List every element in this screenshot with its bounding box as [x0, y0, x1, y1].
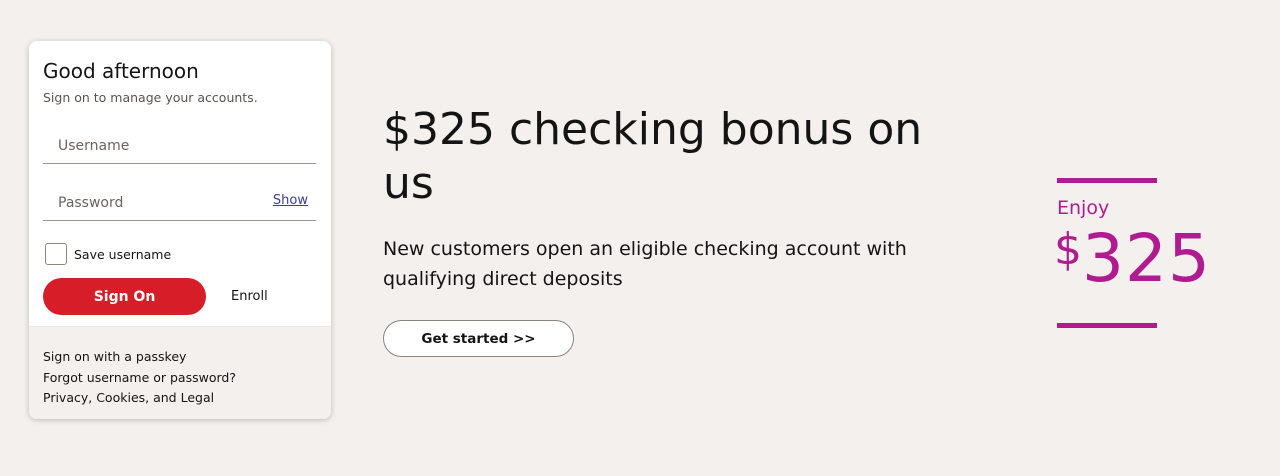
username-input[interactable] [43, 126, 316, 163]
sign-on-card: Good afternoon Sign on to manage your ac… [29, 41, 331, 419]
sign-on-footer: Sign on with a passkey Forgot username o… [29, 326, 331, 419]
username-field-container [43, 126, 316, 164]
hero-title: $325 checking bonus on us [383, 104, 923, 209]
promo-dollar-sign: $ [1054, 224, 1082, 275]
get-started-button[interactable]: Get started >> [383, 320, 574, 357]
passkey-link[interactable]: Sign on with a passkey [43, 347, 236, 368]
greeting-heading: Good afternoon [43, 59, 199, 83]
forgot-credentials-link[interactable]: Forgot username or password? [43, 368, 236, 389]
promo-bottom-bar [1057, 323, 1157, 328]
sign-on-button[interactable]: Sign On [43, 278, 206, 315]
hero-description: New customers open an eligible checking … [383, 238, 907, 290]
show-password-link[interactable]: Show [273, 193, 308, 208]
promo-amount: 325 [1082, 220, 1211, 297]
save-username-row: Save username [45, 243, 171, 265]
sign-on-subtitle: Sign on to manage your accounts. [43, 90, 258, 105]
footer-links-list: Sign on with a passkey Forgot username o… [43, 347, 236, 409]
promo-top-bar [1057, 178, 1157, 183]
promo-graphic: Enjoy $ 325 [1054, 178, 1216, 330]
save-username-label[interactable]: Save username [74, 247, 171, 262]
promo-enjoy-text: Enjoy [1057, 197, 1110, 219]
privacy-legal-link[interactable]: Privacy, Cookies, and Legal [43, 388, 236, 409]
save-username-checkbox[interactable] [45, 243, 67, 265]
enroll-link[interactable]: Enroll [231, 289, 268, 304]
password-field-container: Show [43, 183, 316, 221]
